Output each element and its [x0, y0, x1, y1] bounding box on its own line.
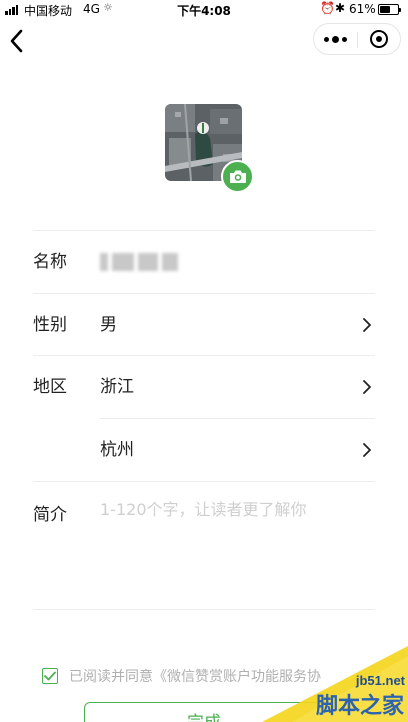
watermark-brand: 脚本之家 — [315, 693, 404, 719]
name-label: 名称 — [33, 252, 67, 272]
watermark-site: jb51.net — [355, 673, 405, 688]
mini-program-capsule — [313, 23, 401, 55]
more-button[interactable] — [314, 24, 357, 54]
region-city-row[interactable]: 杭州 — [0, 419, 408, 481]
region-province-row[interactable]: 地区 浙江 — [0, 356, 408, 418]
divider — [33, 609, 375, 610]
agreement-checkbox[interactable] — [42, 668, 58, 684]
battery-icon — [378, 4, 401, 15]
change-avatar-button[interactable] — [221, 160, 254, 193]
region-city-value: 杭州 — [100, 440, 134, 460]
chevron-left-icon — [10, 29, 23, 53]
chevron-right-icon — [363, 443, 371, 457]
gender-label: 性别 — [33, 315, 67, 335]
region-province-value: 浙江 — [100, 377, 134, 397]
chevron-right-icon — [363, 380, 371, 394]
status-bar: 中国移动 4G ☼ 下午4:08 ⏰ ✱ 61% — [0, 0, 408, 20]
back-button[interactable] — [6, 27, 30, 55]
alarm-icon: ⏰ — [320, 1, 335, 15]
chevron-right-icon — [363, 318, 371, 332]
checkmark-icon — [44, 671, 56, 681]
region-label: 地区 — [33, 377, 67, 397]
gender-value: 男 — [100, 315, 117, 335]
clock-time: 下午4:08 — [177, 4, 231, 18]
name-row[interactable]: 名称 — [0, 231, 408, 293]
battery-percent: 61% — [349, 2, 376, 16]
site-watermark: jb51.net 脚本之家 — [262, 646, 408, 722]
name-redacted — [100, 253, 178, 271]
divider — [33, 481, 375, 482]
camera-icon — [229, 170, 246, 183]
intro-label: 简介 — [33, 505, 67, 525]
more-dots-icon — [324, 36, 329, 42]
target-close-icon — [370, 30, 388, 48]
close-button[interactable] — [358, 24, 400, 54]
intro-input[interactable] — [100, 500, 370, 519]
gender-row[interactable]: 性别 男 — [0, 294, 408, 356]
bluetooth-icon: ✱ — [335, 1, 346, 15]
